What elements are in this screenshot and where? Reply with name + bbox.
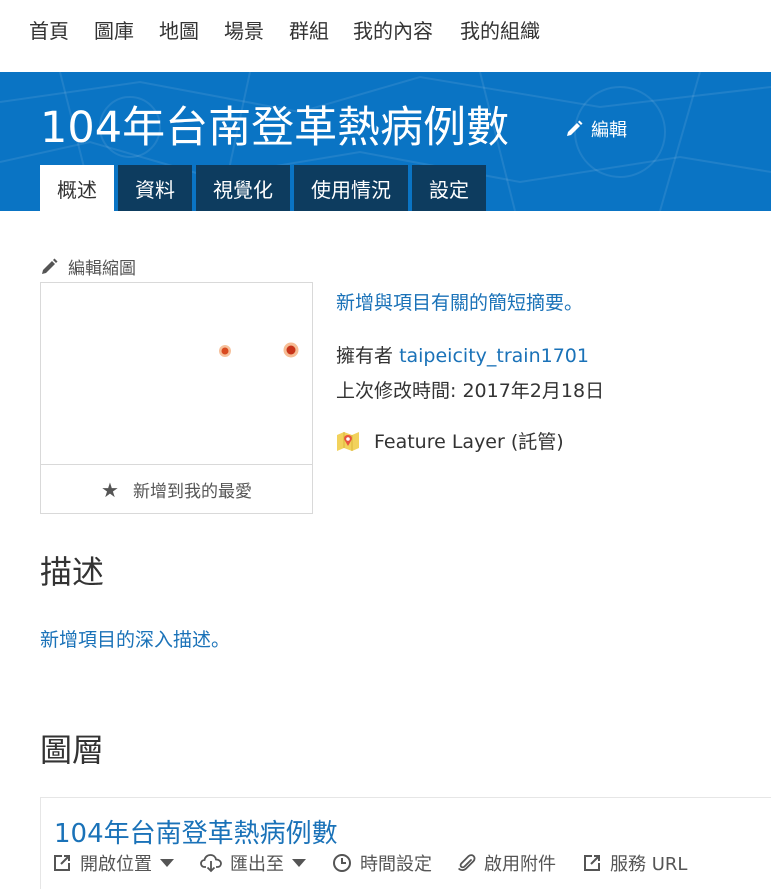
cloud-download-icon	[200, 854, 222, 873]
layer-card: 104年台南登革熱病例數 開啟位置 匯出至 時間設定 啟用附件 服務 URL	[40, 797, 771, 889]
enable-attachments-label: 啟用附件	[484, 854, 556, 875]
nav-gallery[interactable]: 圖庫	[94, 15, 134, 44]
open-in-label: 開啟位置	[80, 854, 152, 875]
owner-label: 擁有者	[336, 345, 394, 367]
modified-value: 2017年2月18日	[462, 380, 605, 402]
external-link-icon	[584, 855, 600, 871]
clock-icon	[333, 854, 351, 872]
thumbnail-point-small	[219, 345, 231, 357]
add-description-link[interactable]: 新增項目的深入描述。	[40, 625, 230, 652]
tab-overview[interactable]: 概述	[40, 165, 114, 211]
item-tabs: 概述 資料 視覺化 使用情況 設定	[40, 165, 486, 211]
edit-title-button[interactable]: 編輯	[565, 116, 627, 142]
top-navigation: 首頁 圖庫 地圖 場景 群組 我的內容 我的組織	[0, 0, 771, 72]
caret-down-icon	[160, 859, 174, 867]
tab-usage[interactable]: 使用情況	[294, 165, 408, 211]
description-heading: 描述	[40, 553, 105, 591]
nav-groups[interactable]: 群組	[289, 15, 329, 44]
item-title: 104年台南登革熱病例數	[40, 103, 510, 153]
pencil-icon	[42, 258, 58, 274]
feature-layer-icon	[337, 431, 359, 451]
nav-my-organization[interactable]: 我的組織	[460, 15, 540, 44]
modified-line: 上次修改時間: 2017年2月18日	[336, 376, 604, 403]
item-type: Feature Layer (託管)	[336, 427, 564, 454]
open-in-dropdown[interactable]: 開啟位置	[52, 850, 174, 876]
enable-attachments-button[interactable]: 啟用附件	[458, 850, 556, 876]
nav-home[interactable]: 首頁	[29, 15, 69, 44]
tab-visualization[interactable]: 視覺化	[196, 165, 290, 211]
open-external-icon	[54, 855, 70, 871]
thumbnail-point-large	[283, 342, 299, 358]
star-icon: ★	[101, 477, 119, 502]
layer-actions: 開啟位置 匯出至 時間設定 啟用附件 服務 URL	[52, 850, 713, 876]
nav-my-content[interactable]: 我的內容	[353, 15, 433, 44]
time-settings-label: 時間設定	[360, 854, 432, 875]
item-type-label: Feature Layer (託管)	[374, 431, 564, 453]
modified-label: 上次修改時間:	[336, 380, 457, 402]
nav-map[interactable]: 地圖	[159, 15, 199, 44]
layer-title-link[interactable]: 104年台南登革熱病例數	[54, 813, 338, 850]
service-url-label: 服務 URL	[610, 854, 688, 875]
time-settings-button[interactable]: 時間設定	[332, 850, 432, 876]
thumbnail-image	[219, 342, 299, 358]
service-url-button[interactable]: 服務 URL	[582, 850, 687, 876]
item-header-banner: 104年台南登革熱病例數 編輯 概述 資料 視覺化 使用情況 設定	[0, 72, 771, 211]
add-favorite-button[interactable]: ★ 新增到我的最愛	[41, 464, 312, 514]
add-favorite-label: 新增到我的最愛	[132, 482, 252, 502]
export-dropdown[interactable]: 匯出至	[200, 850, 306, 876]
paperclip-icon	[458, 854, 476, 872]
layers-heading: 圖層	[40, 731, 105, 769]
edit-title-label: 編輯	[591, 120, 627, 141]
thumbnail-card: ★ 新增到我的最愛	[40, 282, 313, 514]
caret-down-icon	[292, 859, 306, 867]
tab-data[interactable]: 資料	[118, 165, 192, 211]
add-summary-link[interactable]: 新增與項目有關的簡短摘要。	[336, 288, 583, 315]
edit-thumbnail-button[interactable]: 編輯縮圖	[40, 254, 136, 279]
tab-settings[interactable]: 設定	[412, 165, 486, 211]
edit-thumbnail-label: 編輯縮圖	[68, 259, 136, 279]
export-label: 匯出至	[230, 854, 284, 875]
owner-line: 擁有者 taipeicity_train1701	[336, 341, 589, 368]
owner-link[interactable]: taipeicity_train1701	[399, 345, 589, 367]
nav-scene[interactable]: 場景	[224, 15, 264, 44]
pencil-icon	[567, 120, 583, 136]
